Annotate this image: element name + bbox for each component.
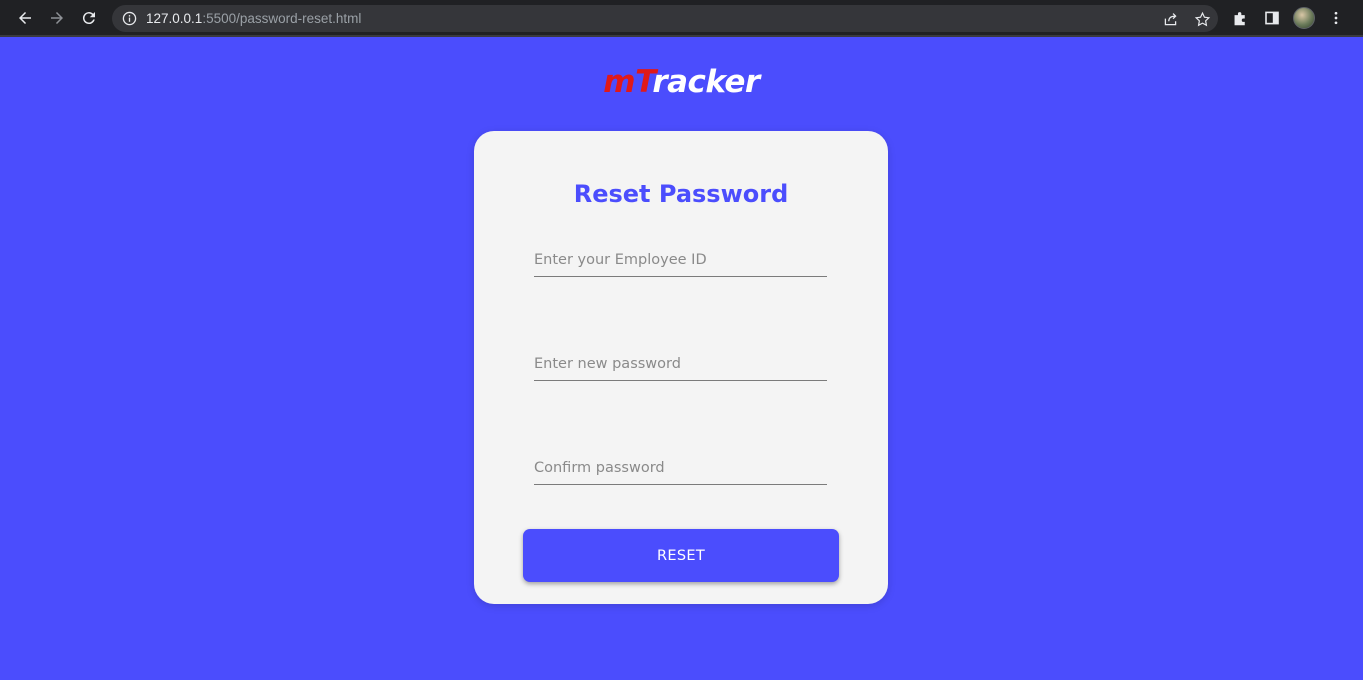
forward-arrow-icon[interactable]	[45, 6, 69, 30]
logo-rest: racker	[652, 64, 760, 100]
profile-avatar[interactable]	[1293, 7, 1315, 29]
page-title: Reset Password	[573, 180, 789, 208]
back-arrow-icon[interactable]	[13, 6, 37, 30]
url-text: 127.0.0.1:5500/password-reset.html	[146, 11, 361, 26]
new-password-input[interactable]	[534, 341, 827, 380]
star-icon[interactable]	[1192, 9, 1212, 29]
new-password-field	[534, 341, 827, 381]
logo-m: m	[603, 64, 636, 100]
employee-id-field	[534, 237, 827, 277]
employee-id-input[interactable]	[534, 237, 827, 276]
confirm-password-input[interactable]	[534, 445, 827, 484]
confirm-password-field	[534, 445, 827, 485]
kebab-menu-icon[interactable]	[1325, 7, 1347, 29]
side-panel-icon[interactable]	[1261, 7, 1283, 29]
info-icon[interactable]	[121, 11, 137, 27]
browser-toolbar: 127.0.0.1:5500/password-reset.html	[0, 0, 1363, 37]
url-host: 127.0.0.1	[146, 11, 203, 26]
share-icon[interactable]	[1160, 9, 1180, 29]
url-path: :5500/password-reset.html	[202, 11, 362, 26]
reset-password-card: Reset Password RESET	[474, 131, 888, 604]
reload-icon[interactable]	[77, 6, 101, 30]
logo-t: T	[635, 64, 653, 100]
reset-button[interactable]: RESET	[523, 529, 839, 582]
puzzle-icon[interactable]	[1229, 7, 1251, 29]
mtracker-logo: mTracker	[0, 64, 1363, 100]
address-bar[interactable]: 127.0.0.1:5500/password-reset.html	[112, 5, 1218, 32]
